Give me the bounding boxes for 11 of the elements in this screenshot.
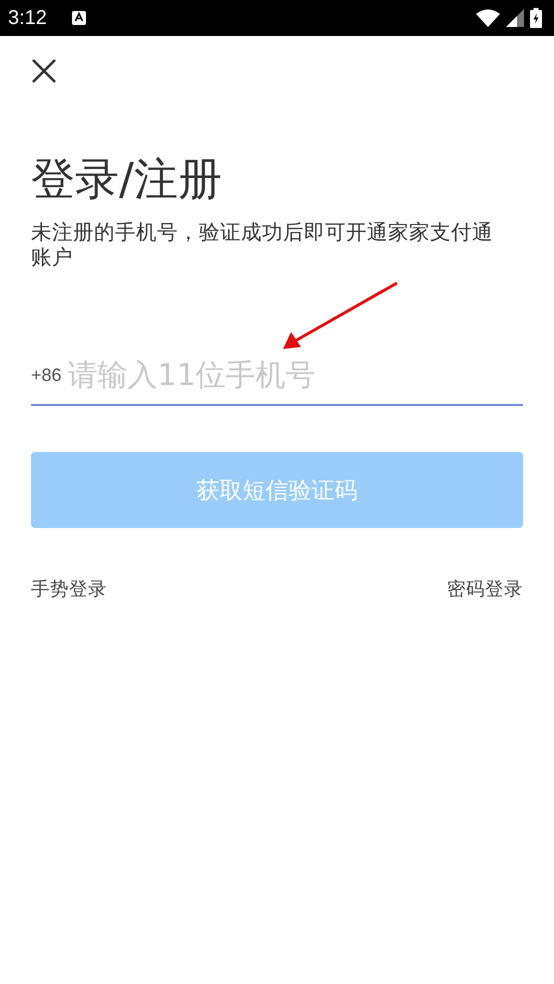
subtitle: 未注册的手机号，验证成功后即可开通家家支付通账户: [31, 220, 494, 270]
notification-icon: [70, 10, 87, 26]
page-title: 登录/注册: [31, 153, 223, 207]
close-icon[interactable]: [31, 58, 57, 84]
country-code: +86: [31, 364, 62, 386]
wifi-icon: [476, 9, 500, 27]
battery-icon: [530, 8, 542, 28]
status-time: 3:12: [8, 6, 47, 30]
login-link[interactable]: 密码登录: [447, 576, 523, 601]
login-link[interactable]: 手势登录: [31, 576, 107, 601]
signal-icon: [506, 9, 524, 27]
